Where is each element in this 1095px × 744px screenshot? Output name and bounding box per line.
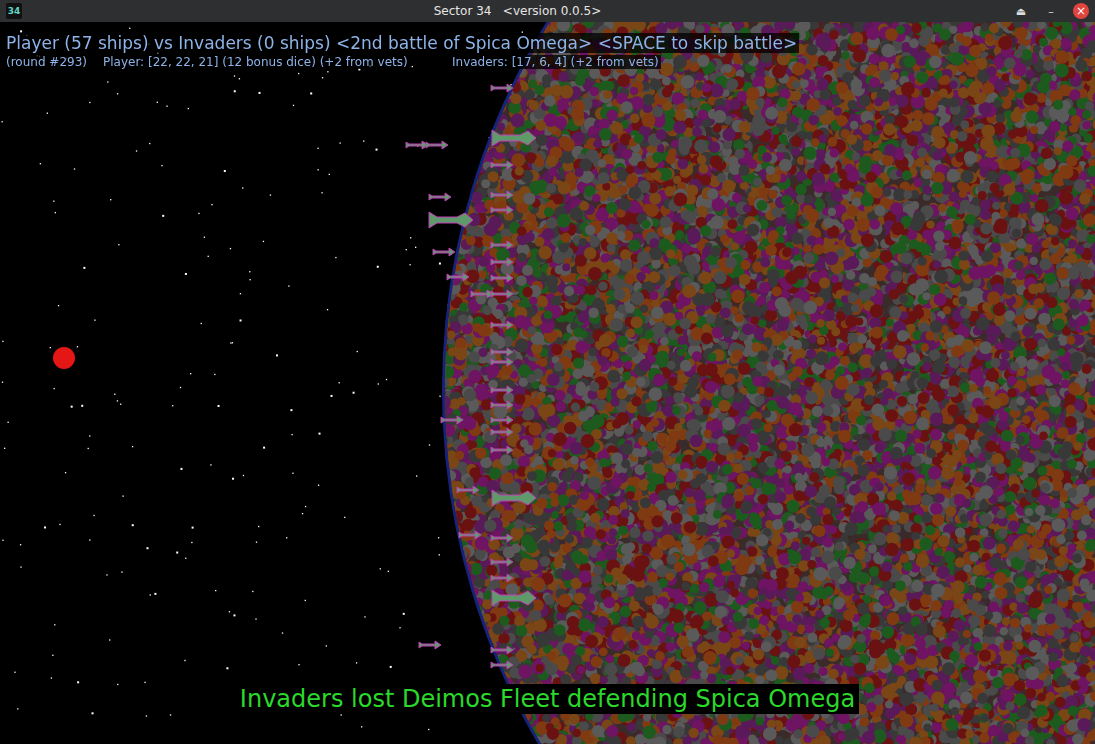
fighter-ship-icon xyxy=(490,427,514,437)
fighter-ship-icon xyxy=(456,485,480,495)
fighter-ship-icon xyxy=(490,660,514,670)
battle-message: Invaders lost Deimos Fleet defending Spi… xyxy=(236,684,859,714)
fighter-ship-icon xyxy=(490,257,514,267)
battle-hud: Player (57 ships) vs Invaders (0 ships) … xyxy=(4,33,799,69)
fighter-ship-icon xyxy=(490,273,514,283)
fighter-ship-icon xyxy=(490,83,514,93)
fighter-ship-icon xyxy=(490,190,514,200)
cruiser-ship-icon xyxy=(427,209,475,231)
round-number: (round #293) xyxy=(4,55,89,69)
player-info: (round #293) Player: [22, 22, 21] (12 bon… xyxy=(4,55,450,69)
fighter-ship-icon xyxy=(490,557,514,567)
fighter-ship-icon xyxy=(490,645,514,655)
eject-button[interactable]: ⏏ xyxy=(1013,3,1029,19)
fighter-ship-icon xyxy=(405,140,429,150)
minimize-button[interactable]: – xyxy=(1043,3,1059,19)
window-controls: ⏏–× xyxy=(1013,3,1089,19)
window-title: Sector 34 <version 0.0.5> xyxy=(22,4,1013,18)
fighter-ship-icon xyxy=(490,357,514,367)
dice-line: (round #293) Player: [22, 22, 21] (12 bon… xyxy=(4,55,799,69)
fighter-ship-icon xyxy=(458,530,482,540)
fighter-ship-icon xyxy=(418,640,442,650)
fighter-ship-icon xyxy=(490,240,514,250)
fighter-ship-icon xyxy=(446,272,470,282)
fighter-ship-icon xyxy=(490,320,514,330)
fighter-ship-icon xyxy=(490,573,514,583)
app-icon: 34 xyxy=(6,3,22,19)
fighter-ship-icon xyxy=(440,415,464,425)
invader-dice: Invaders: [17, 6, 4] (+2 from vets) xyxy=(450,55,661,69)
fighter-ship-icon xyxy=(470,289,494,299)
message-bar: Invaders lost Deimos Fleet defending Spi… xyxy=(0,684,1095,714)
fighter-ship-icon xyxy=(490,347,514,357)
player-dice: Player: [22, 22, 21] (12 bonus dice) (+2… xyxy=(101,55,410,69)
space-canvas xyxy=(0,22,1095,744)
star-marker xyxy=(53,347,75,369)
game-view[interactable]: Player (57 ships) vs Invaders (0 ships) … xyxy=(0,22,1095,744)
close-button[interactable]: × xyxy=(1073,3,1089,19)
fighter-ship-icon xyxy=(490,385,514,395)
battle-headline: Player (57 ships) vs Invaders (0 ships) … xyxy=(4,33,799,53)
fighter-ship-icon xyxy=(490,415,514,425)
fighter-ship-icon xyxy=(490,289,514,299)
cruiser-ship-icon xyxy=(490,487,538,509)
fighter-ship-icon xyxy=(425,140,449,150)
cruiser-ship-icon xyxy=(490,127,538,149)
fighter-ship-icon xyxy=(490,400,514,410)
fighter-ship-icon xyxy=(490,533,514,543)
fighter-ship-icon xyxy=(428,192,452,202)
fighter-ship-icon xyxy=(490,205,514,215)
fighter-ship-icon xyxy=(490,445,514,455)
fighter-ship-icon xyxy=(432,247,456,257)
cruiser-ship-icon xyxy=(490,587,538,609)
title-bar: 34Sector 34 <version 0.0.5>⏏–× xyxy=(0,0,1095,22)
fighter-ship-icon xyxy=(490,160,514,170)
